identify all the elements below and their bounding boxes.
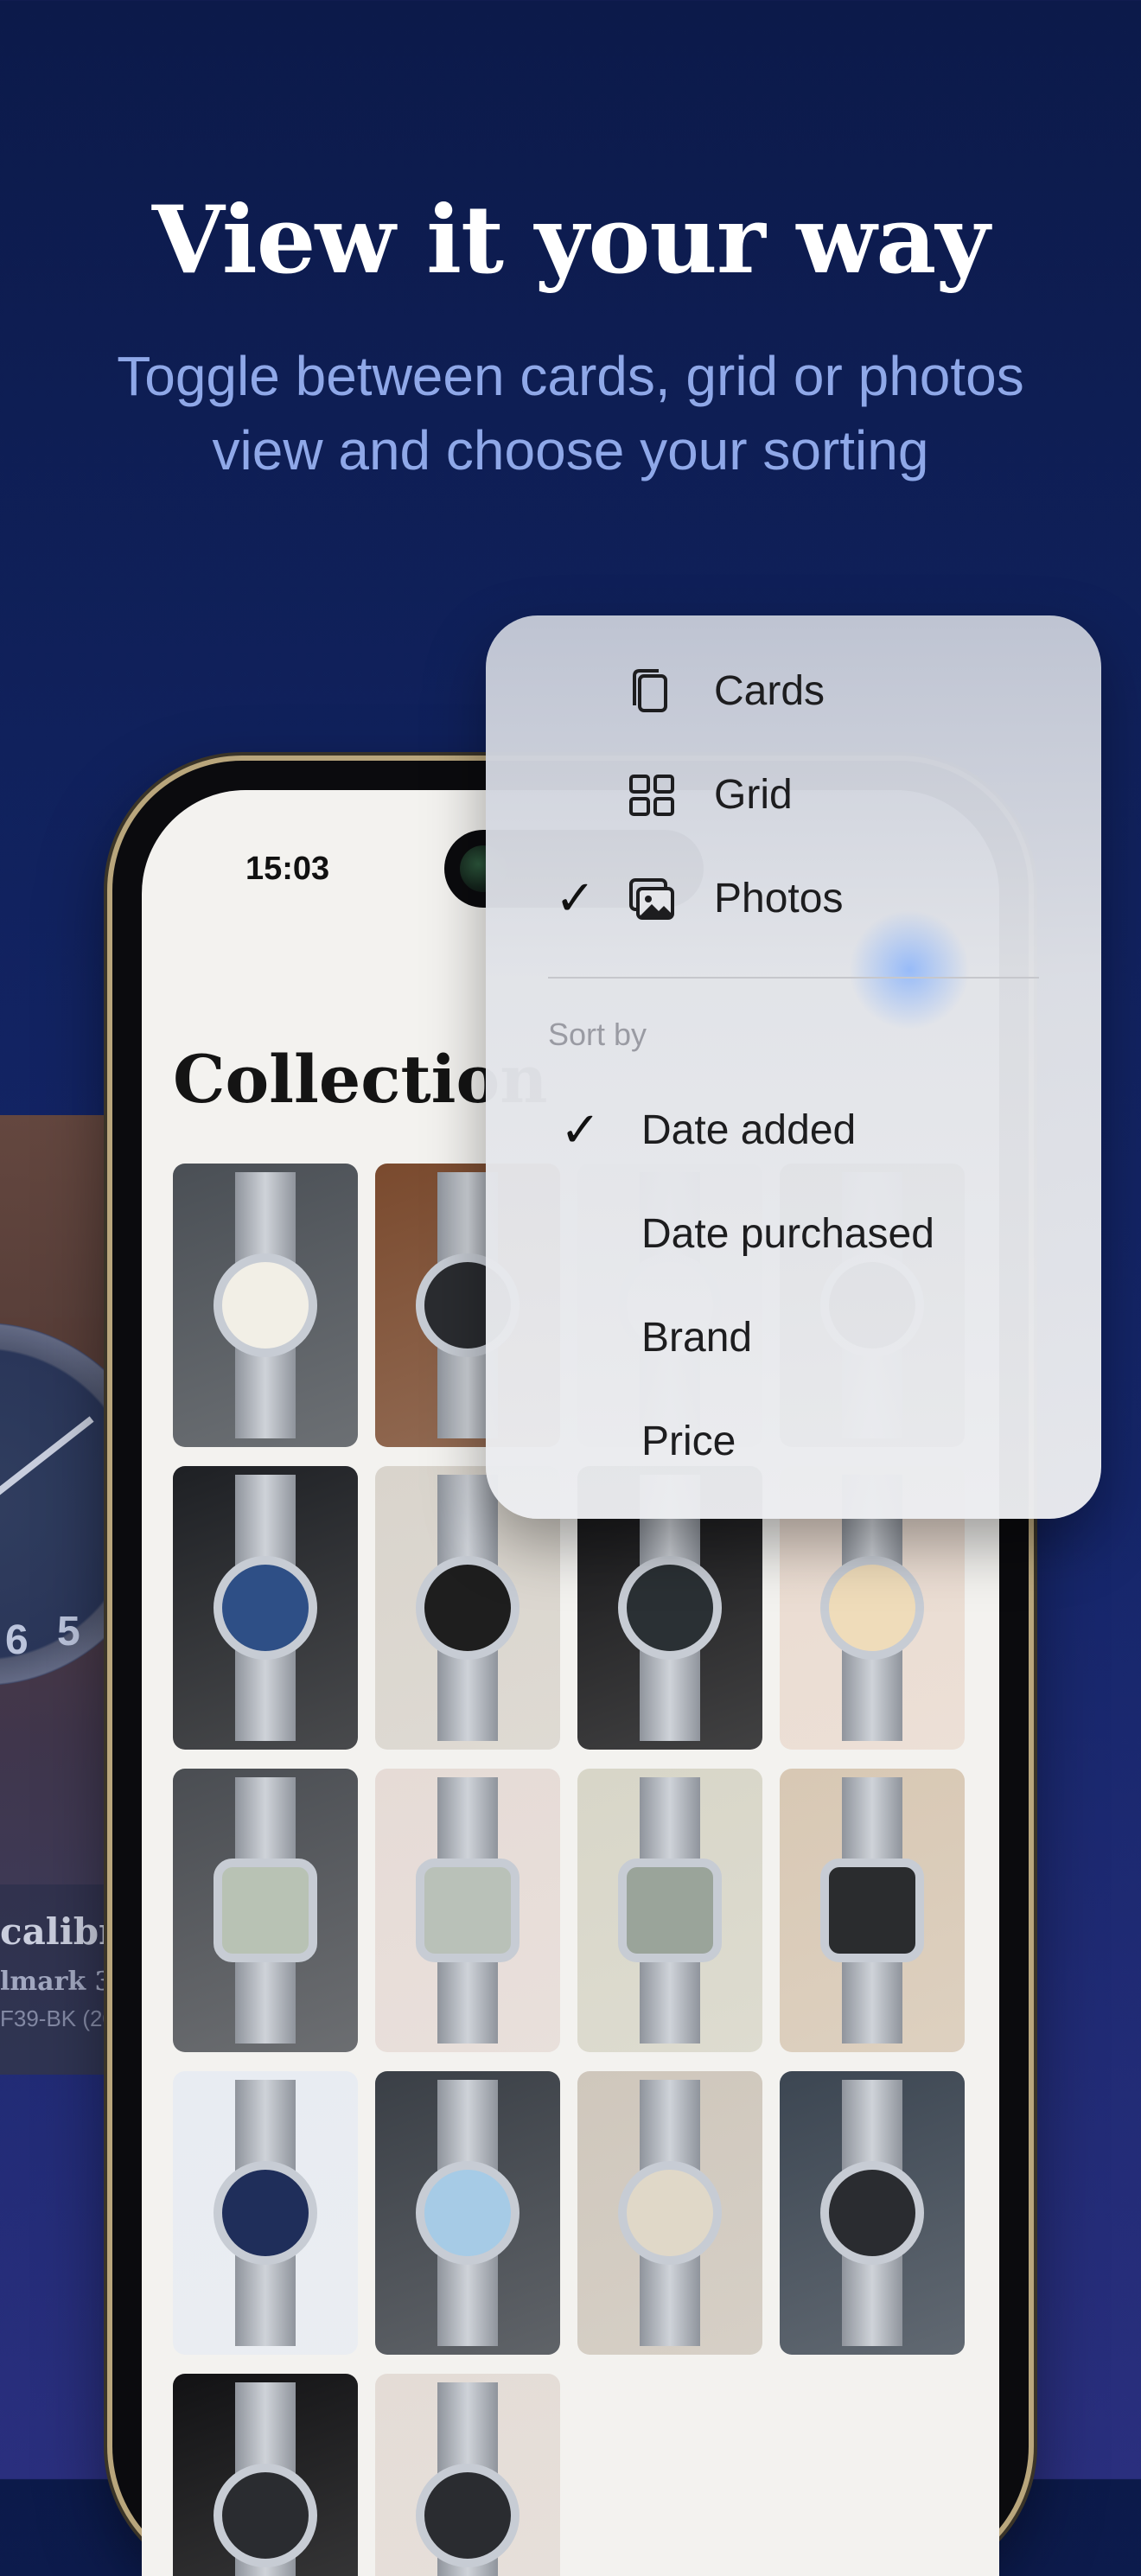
watch-case [416, 2161, 520, 2265]
watch-band [842, 1948, 902, 2044]
watch-photo-tile[interactable] [173, 2374, 358, 2576]
watch-case [618, 1859, 722, 1962]
watch-case [214, 1253, 317, 1357]
watch-photo-tile[interactable] [173, 1769, 358, 2052]
watch-case [618, 2161, 722, 2265]
hero-title: View it your way [151, 186, 990, 295]
menu-item-cards[interactable]: Cards [486, 641, 1101, 736]
watch-band [235, 2251, 296, 2346]
watch-photo-tile[interactable] [577, 1769, 762, 2052]
view-options-menu: Cards Grid ✓ Photos Sort by ✓ Date added… [486, 615, 1101, 1519]
watch-band [640, 1646, 700, 1741]
hero-subtitle-line2: view and choose your sorting [212, 419, 929, 481]
watch-case [416, 2464, 520, 2567]
watch-case [618, 1556, 722, 1660]
watch-photo-tile[interactable] [375, 2071, 560, 2355]
watch-photo-tile[interactable] [173, 1164, 358, 1447]
hero-subtitle-line1: Toggle between cards, grid or photos [117, 345, 1024, 407]
watch-band [842, 1646, 902, 1741]
watch-photo-tile[interactable] [577, 2071, 762, 2355]
watch-photo-tile[interactable] [173, 1466, 358, 1750]
sort-option-date-purchased[interactable]: Date purchased [486, 1184, 1101, 1279]
watch-photo-tile[interactable] [173, 2071, 358, 2355]
checkmark-icon: ✓ [560, 1102, 601, 1157]
menu-item-grid[interactable]: Grid [486, 745, 1101, 840]
menu-item-label: Cards [714, 668, 825, 714]
sort-option-price[interactable]: Price [486, 1392, 1101, 1487]
watch-case [214, 1556, 317, 1660]
watch-band [842, 2251, 902, 2346]
hero-subtitle: Toggle between cards, grid or photos vie… [69, 339, 1072, 488]
watch-band [235, 1646, 296, 1741]
dial-number: 6 [5, 1617, 29, 1663]
watch-band [235, 1948, 296, 2044]
watch-case [820, 1859, 924, 1962]
watch-band [437, 2251, 498, 2346]
touch-glow [849, 909, 970, 1030]
watch-band [640, 1948, 700, 2044]
sort-option-brand[interactable]: Brand [486, 1288, 1101, 1383]
menu-item-label: Grid [714, 772, 793, 818]
watch-case [214, 1859, 317, 1962]
watch-photo-tile[interactable] [780, 2071, 965, 2355]
watch-case [820, 1556, 924, 1660]
watch-hand [0, 1416, 94, 1508]
watch-band [235, 1343, 296, 1438]
photos-icon [629, 878, 674, 920]
watch-case [214, 2161, 317, 2265]
sort-option-label: Date purchased [641, 1211, 934, 1257]
side-card-model: lmark 39 [0, 1967, 131, 1997]
watch-case [214, 2464, 317, 2567]
dial-number: 5 [57, 1609, 80, 1655]
cards-icon [633, 669, 667, 712]
menu-item-photos[interactable]: ✓ Photos [486, 849, 1101, 944]
watch-case [416, 1556, 520, 1660]
watch-photo-tile[interactable] [780, 1769, 965, 2052]
watch-case [416, 1859, 520, 1962]
menu-divider [548, 977, 1039, 979]
watch-photo-tile[interactable] [375, 1769, 560, 2052]
watch-band [437, 1646, 498, 1741]
sort-option-label: Price [641, 1419, 736, 1464]
sort-header: Sort by [548, 1017, 647, 1052]
checkmark-icon: ✓ [555, 870, 596, 925]
status-time: 15:03 [245, 851, 330, 887]
grid-icon [629, 775, 674, 816]
menu-item-label: Photos [714, 876, 844, 921]
watch-band [437, 1948, 498, 2044]
sort-option-label: Brand [641, 1315, 753, 1361]
watch-case [820, 2161, 924, 2265]
sort-option-date-added[interactable]: ✓ Date added [486, 1081, 1101, 1176]
sort-option-label: Date added [641, 1107, 857, 1153]
watch-photo-tile[interactable] [375, 2374, 560, 2576]
watch-band [640, 2251, 700, 2346]
